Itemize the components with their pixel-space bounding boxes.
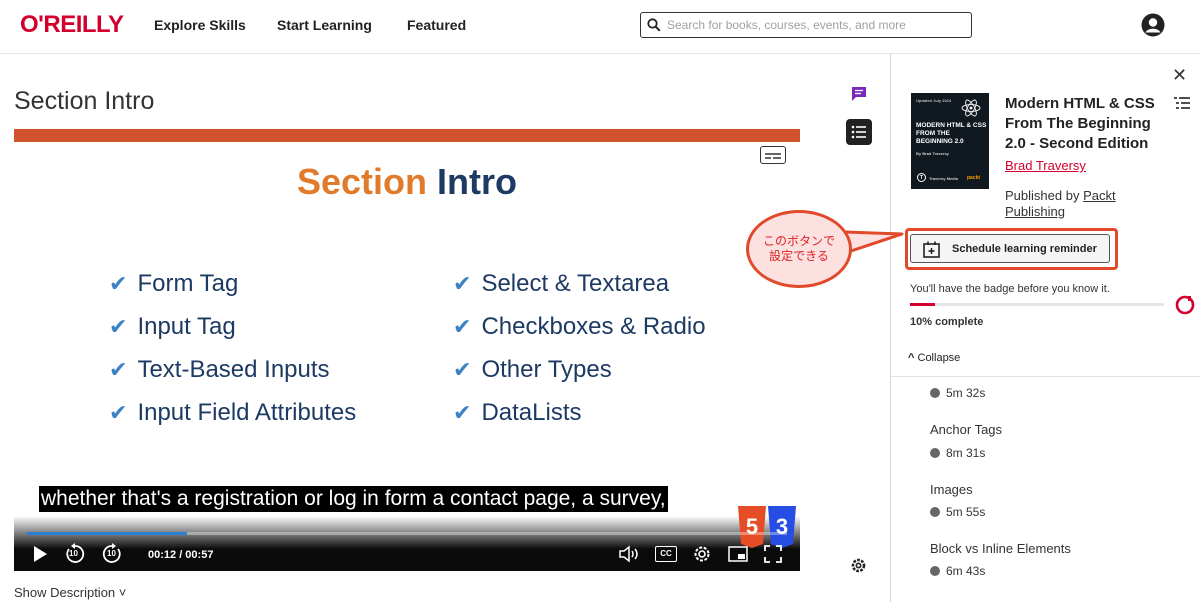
lesson-duration: 5m 55s xyxy=(930,505,985,519)
slide-item: ✔ DataLists xyxy=(453,399,582,426)
oreilly-badge-icon xyxy=(1175,295,1195,315)
lesson-title[interactable]: Anchor Tags xyxy=(930,422,1002,437)
slide-item: ✔ Text-Based Inputs xyxy=(109,356,330,383)
video-progress-bar[interactable] xyxy=(27,532,787,535)
callout-pointer xyxy=(846,230,904,254)
play-icon[interactable] xyxy=(31,545,49,563)
checkmark-icon: ✔ xyxy=(109,314,128,339)
book-cover[interactable]: Updated July 2024 MODERN HTML & CSS FROM… xyxy=(911,93,989,189)
publisher-info: Published by Packt Publishing xyxy=(1005,188,1116,219)
account-icon[interactable] xyxy=(1141,13,1165,37)
captions-button[interactable]: CC xyxy=(655,546,677,562)
slide-title: Section Intro xyxy=(296,161,518,202)
rewind-10-button[interactable]: 10 xyxy=(64,543,86,565)
video-caption: whether that's a registration or log in … xyxy=(39,486,668,512)
slide-item: ✔ Input Field Attributes xyxy=(109,399,357,426)
book-title[interactable]: Modern HTML & CSS From The Beginning 2.0… xyxy=(1005,94,1175,154)
close-icon[interactable]: ✕ xyxy=(1172,65,1187,86)
search-box[interactable] xyxy=(640,12,972,38)
lesson-title[interactable]: Images xyxy=(930,482,973,497)
annotation-callout: このボタンで 設定できる xyxy=(746,210,852,288)
checkmark-icon: ✔ xyxy=(109,400,128,425)
course-progress-bar xyxy=(910,303,1164,306)
react-atom-icon xyxy=(961,99,981,117)
check-circle-icon xyxy=(930,566,940,576)
svg-text:5: 5 xyxy=(746,514,758,539)
svg-text:3: 3 xyxy=(776,514,788,539)
nav-start-learning[interactable]: Start Learning xyxy=(277,17,372,33)
percent-complete: 10% complete xyxy=(910,316,984,328)
chat-icon[interactable] xyxy=(851,86,867,102)
slide-header-bar xyxy=(14,129,800,142)
gear-icon[interactable] xyxy=(850,557,867,574)
author-link[interactable]: Brad Traversy xyxy=(1005,158,1086,173)
player-controls-bar xyxy=(14,516,800,571)
nav-featured[interactable]: Featured xyxy=(407,17,466,33)
page-title: Section Intro xyxy=(14,87,155,115)
search-icon xyxy=(647,18,661,32)
slide-item: ✔ Form Tag xyxy=(109,270,239,297)
publisher-link-line2[interactable]: Publishing xyxy=(1005,204,1065,219)
fullscreen-icon[interactable] xyxy=(764,545,782,563)
slide-item: ✔ Checkboxes & Radio xyxy=(453,313,706,340)
lesson-duration: 6m 43s xyxy=(930,564,985,578)
chevron-up-icon: ^ xyxy=(908,352,915,364)
settings-icon[interactable] xyxy=(692,544,712,564)
lesson-duration: 5m 32s xyxy=(930,386,985,400)
lesson-title[interactable]: Block vs Inline Elements xyxy=(930,541,1071,556)
check-circle-icon xyxy=(930,448,940,458)
check-circle-icon xyxy=(930,507,940,517)
checkmark-icon: ✔ xyxy=(109,357,128,382)
divider xyxy=(891,376,1200,377)
list-icon xyxy=(851,125,866,139)
course-sidebar: ✕ Updated July 2024 MODERN HTML & CSS FR… xyxy=(890,54,1200,602)
publisher-link[interactable]: Packt xyxy=(1083,188,1116,203)
oreilly-logo[interactable]: O'REILLY xyxy=(20,11,124,39)
volume-icon[interactable] xyxy=(618,545,640,563)
video-player[interactable]: Section Intro ✔ Form Tag ✔ Input Tag ✔ Text… xyxy=(14,129,800,571)
schedule-reminder-button[interactable]: Schedule learning reminder xyxy=(910,234,1110,263)
slide-item: ✔ Input Tag xyxy=(109,313,236,340)
picture-in-picture-icon[interactable] xyxy=(728,546,748,562)
checkmark-icon: ✔ xyxy=(453,271,472,296)
calendar-add-icon xyxy=(923,241,940,258)
checkmark-icon: ✔ xyxy=(453,357,472,382)
slide-item: ✔ Select & Textarea xyxy=(453,270,670,297)
slide-item: ✔ Other Types xyxy=(453,356,612,383)
checkmark-icon: ✔ xyxy=(453,314,472,339)
nav-explore-skills[interactable]: Explore Skills xyxy=(154,17,246,33)
top-navigation-bar: O'REILLY Explore Skills Start Learning F… xyxy=(0,0,1200,54)
video-time: 00:12 / 00:57 xyxy=(148,549,214,561)
show-description-toggle[interactable]: Show Description ˅ xyxy=(14,585,126,600)
badge-message: You'll have the badge before you know it… xyxy=(910,283,1110,295)
html5-css3-logo: 5 3 xyxy=(738,506,796,548)
check-circle-icon xyxy=(930,388,940,398)
table-of-contents-button[interactable] xyxy=(846,119,872,145)
forward-10-button[interactable]: 10 xyxy=(101,543,123,565)
checkmark-icon: ✔ xyxy=(453,400,472,425)
lesson-duration: 8m 31s xyxy=(930,446,985,460)
checkmark-icon: ✔ xyxy=(109,271,128,296)
search-input[interactable] xyxy=(667,16,967,34)
collapse-toggle[interactable]: ^ Collapse xyxy=(908,352,960,364)
contents-list-icon[interactable] xyxy=(1174,96,1190,110)
